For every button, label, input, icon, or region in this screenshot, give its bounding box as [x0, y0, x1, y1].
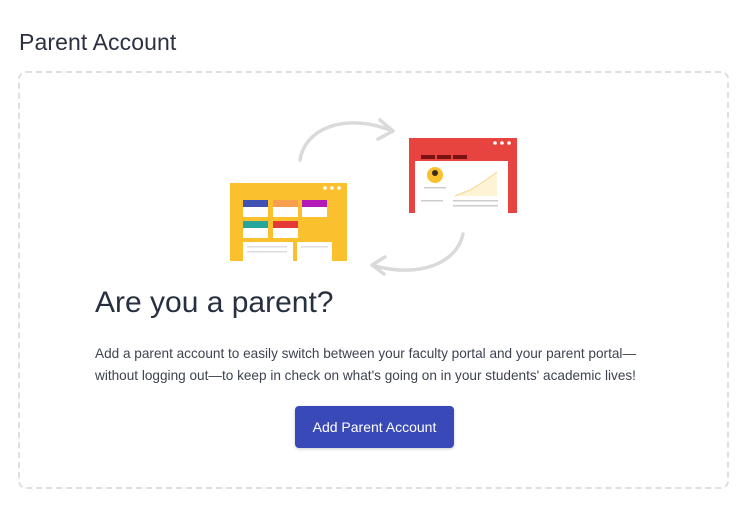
empty-state-description: Add a parent account to easily switch be…	[95, 346, 637, 383]
empty-state-headline: Are you a parent?	[95, 286, 334, 319]
switch-portals-illustration	[230, 118, 517, 276]
faculty-portal-window-icon	[230, 183, 347, 261]
switch-arrow-icon	[298, 118, 395, 162]
switch-arrow-icon	[370, 232, 465, 276]
add-parent-account-button[interactable]: Add Parent Account	[295, 406, 454, 448]
parent-portal-window-icon	[409, 138, 517, 213]
page-title: Parent Account	[19, 29, 177, 56]
